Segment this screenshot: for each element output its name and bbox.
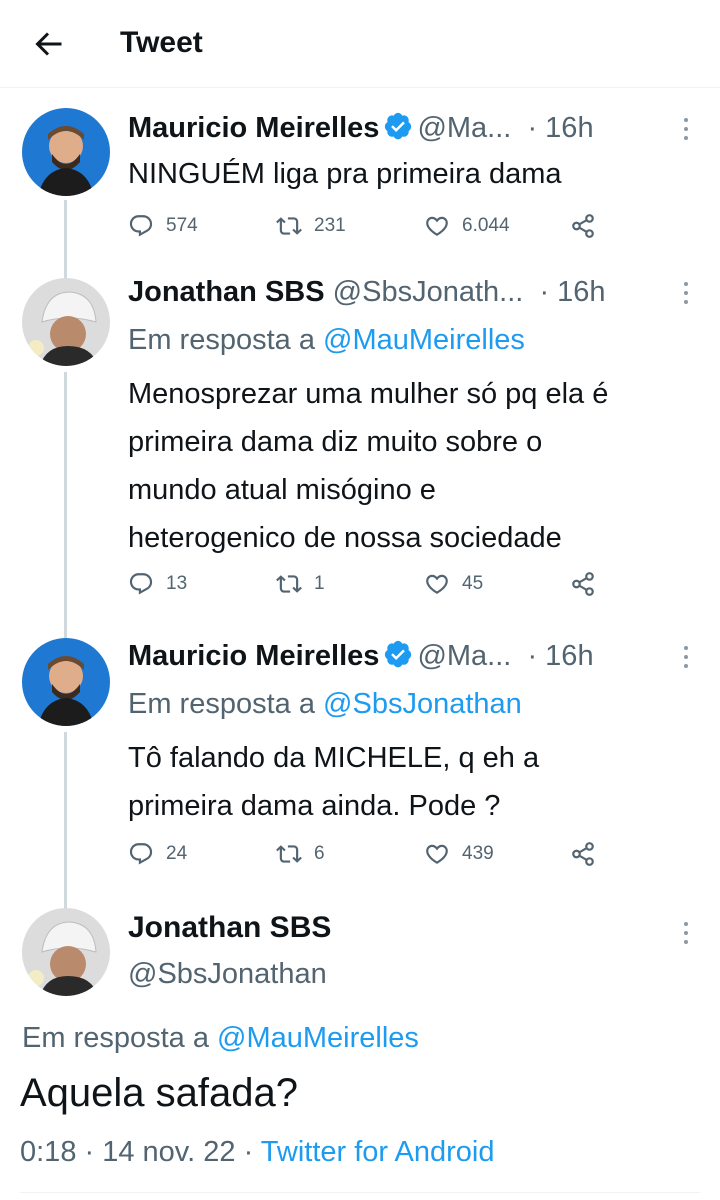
reply-to-line: Em resposta a @SbsJonathan (128, 684, 522, 724)
tweet-time: · 16h (539, 276, 606, 308)
reply-count: 13 (166, 573, 188, 594)
retweet-button[interactable]: 6 (276, 836, 325, 872)
tweet-meta: 0:18 · 14 nov. 22 · Twitter for Android (20, 1132, 495, 1172)
reply-count: 574 (166, 215, 198, 236)
reply-to-handle[interactable]: @MauMeirelles (323, 324, 525, 356)
retweet-button[interactable]: 231 (276, 208, 346, 244)
share-icon (572, 214, 594, 238)
more-icon[interactable] (676, 282, 696, 308)
retweet-button[interactable]: 1 (276, 566, 325, 602)
reply-to-prefix: Em resposta a (22, 1022, 218, 1054)
tweet-actions: 13 1 45 (128, 566, 608, 602)
share-icon (572, 572, 594, 596)
retweet-icon (276, 575, 302, 593)
verified-badge-icon (385, 640, 412, 668)
like-icon (426, 216, 448, 236)
reply-button[interactable]: 13 (128, 566, 187, 602)
like-count: 439 (462, 843, 494, 864)
tweet-actions: 24 6 439 (128, 836, 608, 872)
reply-icon (129, 573, 153, 595)
like-button[interactable]: 6.044 (424, 208, 510, 244)
retweet-icon (276, 217, 302, 235)
author-handle[interactable]: @SbsJonath... (333, 276, 524, 308)
retweet-count: 6 (314, 843, 325, 864)
tweet-time: 0:18 (20, 1136, 77, 1168)
tweet-source[interactable]: Twitter for Android (261, 1136, 495, 1168)
tweet[interactable]: Mauricio Meirelles @Ma... · 16h Em respos… (0, 636, 720, 876)
author-name[interactable]: Jonathan SBS (128, 276, 325, 308)
reply-to-line: Em resposta a @MauMeirelles (22, 1018, 419, 1058)
reply-icon (129, 843, 153, 865)
tweet[interactable]: Jonathan SBS @SbsJonath... · 16h Em resp… (0, 272, 720, 612)
top-bar: Tweet (0, 0, 720, 88)
retweet-count: 231 (314, 215, 346, 236)
reply-to-prefix: Em resposta a (128, 324, 324, 356)
reply-icon (129, 215, 153, 237)
verified-badge-icon (385, 112, 412, 140)
reply-to-handle[interactable]: @SbsJonathan (323, 688, 522, 720)
author-name[interactable]: Mauricio Meirelles (128, 112, 379, 144)
meta-separator: · (235, 1136, 261, 1168)
like-icon (426, 844, 448, 864)
tweet-text: Menosprezar uma mulher só pq ela é prime… (128, 378, 609, 554)
more-icon[interactable] (676, 118, 696, 144)
tweet-header: Mauricio Meirelles @Ma... · 16h (128, 108, 688, 148)
author-handle[interactable]: @SbsJonathan (128, 954, 327, 994)
reply-count: 24 (166, 843, 188, 864)
share-icon (572, 842, 594, 866)
reply-button[interactable]: 24 (128, 836, 187, 872)
author-handle[interactable]: @Ma... (417, 112, 511, 144)
like-button[interactable]: 45 (424, 566, 483, 602)
retweet-icon (276, 845, 302, 863)
reply-to-handle[interactable]: @MauMeirelles (217, 1022, 419, 1054)
reply-to-prefix: Em resposta a (128, 688, 324, 720)
focused-tweet: Jonathan SBS @SbsJonathan Em resposta a … (0, 908, 720, 1198)
like-count: 6.044 (462, 215, 510, 236)
retweet-count: 1 (314, 573, 325, 594)
reply-to-line: Em resposta a @MauMeirelles (128, 320, 525, 360)
tweet-actions: 574 231 6.044 (128, 208, 608, 244)
like-button[interactable]: 439 (424, 836, 494, 872)
tweet-header: Jonathan SBS @SbsJonath... · 16h (128, 272, 688, 312)
tweet-header: Mauricio Meirelles @Ma... · 16h (128, 636, 688, 676)
more-icon[interactable] (676, 922, 696, 948)
divider (20, 1192, 700, 1193)
tweet-date: 14 nov. 22 (102, 1136, 236, 1168)
author-name[interactable]: Mauricio Meirelles (128, 640, 379, 672)
page-title: Tweet (120, 26, 203, 59)
author-handle[interactable]: @Ma... (417, 640, 511, 672)
author-name[interactable]: Jonathan SBS (128, 908, 331, 948)
tweet-time: · 16h (527, 640, 594, 672)
tweet-text: Aquela safada? (20, 1071, 299, 1115)
like-count: 45 (462, 573, 484, 594)
tweet-text: Tô falando da MICHELE, q eh a primeira d… (128, 742, 540, 822)
meta-separator: · (76, 1136, 103, 1168)
more-icon[interactable] (676, 646, 696, 672)
share-button[interactable] (570, 566, 608, 602)
back-arrow-icon[interactable] (30, 26, 66, 62)
share-button[interactable] (570, 836, 608, 872)
share-button[interactable] (570, 208, 608, 244)
tweet-time: · 16h (527, 112, 594, 144)
tweet[interactable]: Mauricio Meirelles @Ma... · 16h NINGUÉM l… (0, 108, 720, 248)
reply-button[interactable]: 574 (128, 208, 198, 244)
tweet-text: NINGUÉM liga pra primeira dama (128, 158, 562, 190)
like-icon (426, 574, 448, 594)
